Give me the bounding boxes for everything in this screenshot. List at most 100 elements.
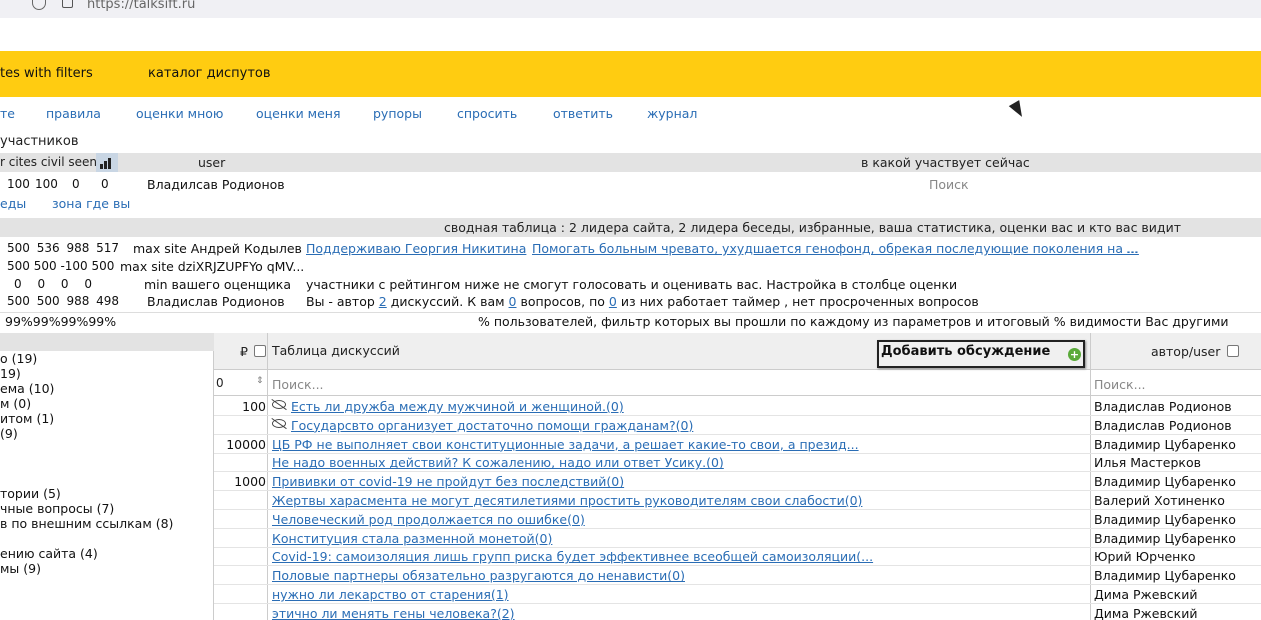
hidden-eye-icon[interactable] bbox=[272, 400, 286, 409]
tree-item[interactable]: тории (5) bbox=[0, 486, 61, 501]
lock-icon[interactable] bbox=[62, 0, 73, 8]
nav-item-ratings-of-me[interactable]: оценки меня bbox=[256, 106, 340, 121]
discussion-title-link[interactable]: этично ли менять гены человека?(2) bbox=[272, 606, 515, 620]
currency-checkbox[interactable] bbox=[254, 345, 266, 357]
row-author[interactable]: Владимир Цубаренко bbox=[1094, 437, 1236, 452]
summary-nums: 0 0 0 0 bbox=[14, 277, 92, 291]
current-search-input[interactable]: Поиск bbox=[929, 177, 969, 192]
add-discussion-label: Добавить обсуждение bbox=[881, 344, 1051, 359]
author-label: автор/user bbox=[1151, 344, 1221, 359]
discussion-title-link[interactable]: Государсвто организует достаточно помощи… bbox=[291, 418, 693, 433]
summary-authored-text: Вы - автор 2 дискуссий. К вам 0 вопросов… bbox=[306, 294, 979, 309]
add-discussion-button[interactable]: Добавить обсуждение + bbox=[877, 340, 1085, 368]
summary-link[interactable]: ... bbox=[1126, 241, 1138, 256]
table-row: Жертвы харасмента не могут десятилетиями… bbox=[214, 491, 1261, 510]
row-author[interactable]: Дима Ржевский bbox=[1094, 587, 1197, 602]
author-search-input[interactable]: Поиск... bbox=[1094, 377, 1146, 392]
row-author[interactable]: Владислав Родионов bbox=[1094, 399, 1232, 414]
tree-item[interactable]: чные вопросы (7) bbox=[0, 501, 114, 516]
bars-icon[interactable] bbox=[96, 153, 118, 172]
row-author[interactable]: Владимир Цубаренко bbox=[1094, 474, 1236, 489]
nav-item-my-ratings[interactable]: оценки мною bbox=[136, 106, 223, 121]
summary-label: Владислав Родионов bbox=[147, 294, 285, 309]
table-row: Covid-19: самоизоляция лишь групп риска … bbox=[214, 547, 1261, 567]
nav-item-rules[interactable]: правила bbox=[46, 106, 101, 121]
tree-item[interactable]: (9) bbox=[0, 426, 18, 441]
title-search-input[interactable]: Поиск... bbox=[272, 377, 324, 392]
stats-v2: 100 bbox=[35, 177, 58, 191]
row-author[interactable]: Владислав Родионов bbox=[1094, 418, 1232, 433]
discussion-title-link[interactable]: Covid-19: самоизоляция лишь групп риска … bbox=[272, 549, 873, 564]
summary-header: сводная таблица : 2 лидера сайта, 2 лиде… bbox=[0, 218, 1261, 237]
stats-user: Владилсав Родионов bbox=[147, 177, 285, 192]
filter-row: 0 ⇕ Поиск... Поиск... bbox=[214, 370, 1261, 396]
questions-count-link[interactable]: 0 bbox=[509, 294, 517, 309]
discussion-title-link[interactable]: нужно ли лекарство от старения(1) bbox=[272, 587, 509, 602]
timer-count-link[interactable]: 0 bbox=[609, 294, 617, 309]
row-amount: 100 bbox=[242, 399, 266, 414]
header-sites-filters-link[interactable]: tes with filters bbox=[0, 66, 93, 81]
row-author[interactable]: Владимир Цубаренко bbox=[1094, 531, 1236, 546]
discussion-title-link[interactable]: Конституция стала разменной монетой(0) bbox=[272, 531, 552, 546]
authored-count-link[interactable]: 2 bbox=[379, 294, 387, 309]
table-row: Государсвто организует достаточно помощи… bbox=[214, 416, 1261, 435]
table-row: Не надо военных действий? К сожалению, н… bbox=[214, 453, 1261, 473]
table-title: Таблица дискуссий bbox=[272, 343, 400, 358]
discussion-title-link[interactable]: Не надо военных действий? К сожалению, н… bbox=[272, 455, 724, 470]
summary-text: участники с рейтингом ниже не смогут гол… bbox=[306, 277, 958, 292]
currency-label: ₽ bbox=[240, 344, 248, 359]
amount-filter-input[interactable]: 0 ⇕ bbox=[216, 376, 266, 392]
tree-item[interactable]: 19) bbox=[0, 366, 21, 381]
hidden-eye-icon[interactable] bbox=[272, 418, 286, 428]
discussion-title-link[interactable]: Половые партнеры обязательно разругаются… bbox=[272, 568, 685, 583]
stats-v1: 100 bbox=[7, 177, 30, 191]
subnav-link-zone[interactable]: зона где вы bbox=[52, 196, 130, 211]
table-row: Половые партнеры обязательно разругаются… bbox=[214, 566, 1261, 586]
table-row: этично ли менять гены человека?(2) Дима Р… bbox=[214, 604, 1261, 620]
url-text[interactable]: https://talksift.ru bbox=[87, 0, 195, 12]
discussion-title-link[interactable]: ЦБ РФ не выполняет свои конституционные … bbox=[272, 437, 859, 452]
table-row: Человеческий род продолжается по ошибке(… bbox=[214, 510, 1261, 529]
summary-link[interactable]: Поддерживаю Георгия Никитина bbox=[306, 241, 526, 256]
tree-item[interactable]: мы (9) bbox=[0, 561, 41, 576]
table-row: Конституция стала разменной монетой(0) Вл… bbox=[214, 529, 1261, 548]
row-author[interactable]: Владимир Цубаренко bbox=[1094, 512, 1236, 527]
summary-label: max site Андрей Кодылев bbox=[133, 241, 302, 256]
discussion-title-link[interactable]: Жертвы харасмента не могут десятилетиями… bbox=[272, 493, 862, 508]
subnav-link-a[interactable]: еды bbox=[0, 196, 26, 211]
row-author[interactable]: Илья Мастерков bbox=[1094, 455, 1201, 470]
participants-label: участников bbox=[0, 134, 79, 149]
summary-link[interactable]: Помогать больным чревато, ухудшается ген… bbox=[532, 241, 1139, 256]
table-row: 10000 ЦБ РФ не выполняет свои конституцио… bbox=[214, 435, 1261, 454]
discussion-table: ₽ Таблица дискуссий Добавить обсуждение … bbox=[214, 333, 1261, 620]
nav-item-ask[interactable]: спросить bbox=[457, 106, 517, 121]
stepper-icon[interactable]: ⇕ bbox=[256, 376, 264, 386]
row-author[interactable]: Юрий Юрченко bbox=[1094, 549, 1196, 564]
tree-item[interactable]: о (19) bbox=[0, 351, 37, 366]
nav-item-megaphones[interactable]: рупоры bbox=[373, 106, 422, 121]
shield-icon[interactable] bbox=[32, 0, 46, 10]
browser-url-bar[interactable]: https://talksift.ru bbox=[0, 0, 1261, 18]
nav-item-journal[interactable]: журнал bbox=[647, 106, 697, 121]
stats-v3: 0 bbox=[72, 177, 80, 191]
discussion-title-link[interactable]: Есть ли дружба между мужчиной и женщиной… bbox=[291, 399, 624, 414]
nav-item-answer[interactable]: ответить bbox=[553, 106, 613, 121]
nav-item-partial[interactable]: те bbox=[0, 106, 15, 121]
tree-item[interactable]: ению сайта (4) bbox=[0, 546, 98, 561]
tree-item[interactable]: ема (10) bbox=[0, 381, 54, 396]
table-header: ₽ Таблица дискуссий Добавить обсуждение … bbox=[214, 333, 1261, 370]
summary-label: min вашего оценщика bbox=[144, 277, 292, 292]
discussion-title-link[interactable]: Прививки от covid-19 не пройдут без посл… bbox=[272, 474, 624, 489]
tree-item[interactable]: м (0) bbox=[0, 396, 31, 411]
tree-item[interactable]: итом (1) bbox=[0, 411, 54, 426]
row-author[interactable]: Владимир Цубаренко bbox=[1094, 568, 1236, 583]
header-catalog-link[interactable]: каталог диспутов bbox=[148, 66, 271, 81]
summary-nums: 500 536 988 517 bbox=[7, 241, 120, 255]
author-checkbox[interactable] bbox=[1227, 345, 1239, 357]
tree-item[interactable]: в по внешним ссылкам (8) bbox=[0, 516, 173, 531]
tree-header bbox=[0, 333, 214, 351]
discussion-title-link[interactable]: Человеческий род продолжается по ошибке(… bbox=[272, 512, 585, 527]
row-author[interactable]: Дима Ржевский bbox=[1094, 606, 1197, 620]
row-author[interactable]: Валерий Хотиненко bbox=[1094, 493, 1225, 508]
table-row: 1000 Прививки от covid-19 не пройдут без … bbox=[214, 472, 1261, 492]
